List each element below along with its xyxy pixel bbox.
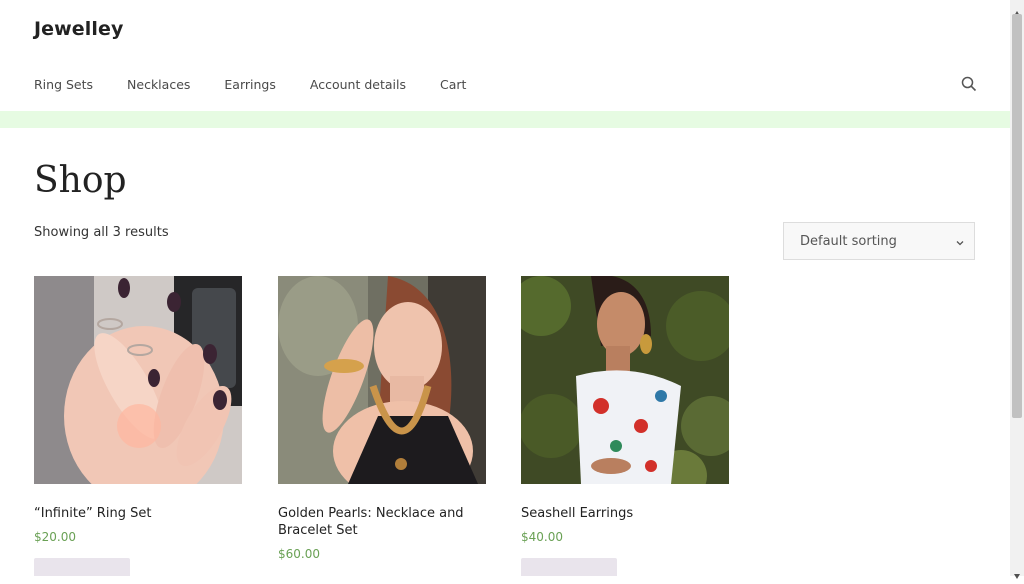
scrollbar-thumb[interactable] [1012, 14, 1022, 418]
header-band [0, 111, 1010, 128]
site-title[interactable]: Jewelley [34, 18, 124, 40]
add-to-cart-button[interactable] [521, 558, 617, 576]
product-name[interactable]: Seashell Earrings [521, 505, 729, 522]
product-price: $40.00 [521, 530, 563, 544]
product-card: Golden Pearls: Necklace and Bracelet Set… [278, 276, 486, 561]
sort-select[interactable]: Default sorting [783, 222, 975, 260]
nav-item-necklaces[interactable]: Necklaces [127, 77, 190, 92]
main-nav: Ring Sets Necklaces Earrings Account det… [34, 77, 500, 92]
product-name[interactable]: Golden Pearls: Necklace and Bracelet Set [278, 505, 486, 539]
scroll-down-icon[interactable] [1013, 565, 1021, 579]
result-count: Showing all 3 results [34, 225, 169, 240]
product-card: “Infinite” Ring Set $20.00 [34, 276, 242, 576]
nav-item-earrings[interactable]: Earrings [224, 77, 275, 92]
product-price: $20.00 [34, 530, 76, 544]
nav-item-ring-sets[interactable]: Ring Sets [34, 77, 93, 92]
search-icon[interactable] [961, 76, 977, 92]
product-name[interactable]: “Infinite” Ring Set [34, 505, 242, 522]
scroll-up-icon[interactable] [1013, 3, 1021, 16]
page: Jewelley Ring Sets Necklaces Earrings Ac… [0, 0, 1010, 576]
vertical-scrollbar[interactable] [1010, 0, 1024, 579]
product-price: $60.00 [278, 547, 320, 561]
nav-item-cart[interactable]: Cart [440, 77, 466, 92]
product-image[interactable] [278, 276, 486, 484]
product-card: Seashell Earrings $40.00 [521, 276, 729, 576]
add-to-cart-button[interactable] [34, 558, 130, 576]
sort-selected-value: Default sorting [800, 233, 897, 249]
product-image[interactable] [34, 276, 242, 484]
chevron-down-icon [955, 237, 965, 252]
page-title: Shop [34, 160, 127, 201]
product-image[interactable] [521, 276, 729, 484]
nav-item-account-details[interactable]: Account details [310, 77, 406, 92]
